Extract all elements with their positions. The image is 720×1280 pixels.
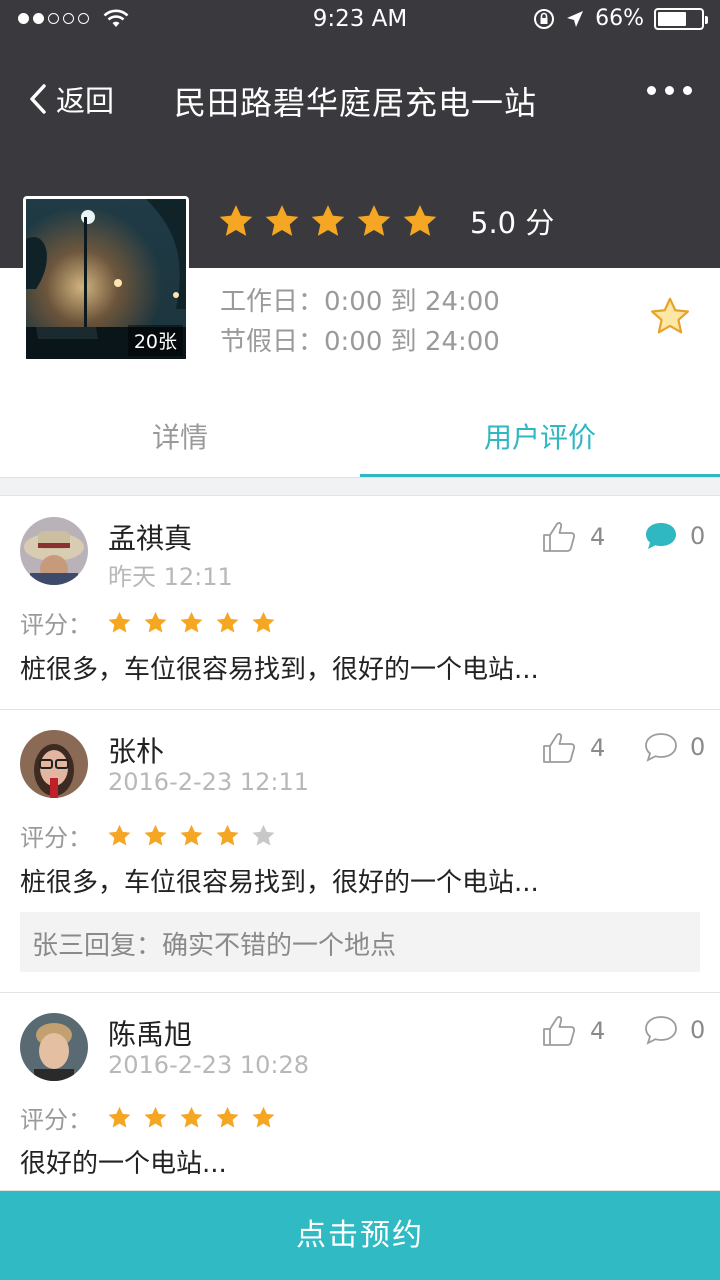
comment-button[interactable]: 0 — [644, 1015, 705, 1045]
star-filled-icon — [108, 824, 131, 846]
star-filled-icon — [357, 205, 391, 236]
star-filled-icon — [311, 205, 345, 236]
star-filled-icon — [252, 611, 275, 633]
score-label: 评分： — [20, 824, 92, 852]
star-empty-icon — [252, 824, 275, 846]
page-title: 民田路碧华庭居充电一站 — [174, 84, 538, 122]
reviewer-name: 陈禹旭 — [108, 1018, 193, 1051]
comment-button[interactable]: 0 — [644, 521, 705, 551]
like-count: 4 — [590, 734, 606, 762]
star-filled-icon — [216, 1106, 239, 1128]
star-filled-icon — [108, 611, 131, 633]
star-filled-icon — [219, 205, 253, 236]
favorite-button[interactable] — [648, 296, 692, 342]
star-filled-icon — [180, 1106, 203, 1128]
battery-percent: 66% — [595, 6, 644, 31]
review-item: 张朴 2016-2-23 12:11 4 0 评分： 桩很多，车位很容易找到，很… — [0, 710, 720, 993]
review-text: 桩很多，车位很容易找到，很好的一个电站... — [20, 655, 539, 685]
rating-stars — [216, 201, 440, 241]
review-score: 评分： — [20, 1100, 277, 1135]
star-filled-icon — [144, 1106, 167, 1128]
battery-icon — [654, 7, 708, 30]
review-time: 2016-2-23 10:28 — [108, 1051, 309, 1079]
star-filled-icon — [265, 205, 299, 236]
thumbs-up-icon — [543, 733, 576, 763]
score-label: 评分： — [20, 611, 92, 639]
review-stars — [106, 609, 277, 636]
avatar[interactable] — [20, 730, 88, 798]
star-filled-icon — [144, 611, 167, 633]
holiday-hours: 节假日：0:00 到 24:00 — [220, 327, 500, 357]
like-button[interactable]: 4 — [542, 1015, 605, 1047]
status-bar: 9:23 AM 66% — [0, 0, 720, 40]
review-item: 孟祺真 昨天 12:11 4 0 评分： 桩很多，车位很容易找到，很好的一个电站… — [0, 497, 720, 710]
review-stars — [106, 822, 277, 849]
review-stars — [106, 1104, 277, 1131]
star-filled-icon — [180, 824, 203, 846]
like-button[interactable]: 4 — [542, 521, 605, 553]
nav-bar: 返回 民田路碧华庭居充电一站 — [0, 60, 720, 136]
comment-bubble-icon — [645, 1016, 677, 1045]
more-options-button[interactable] — [647, 86, 692, 95]
reply-box: 张三回复：确实不错的一个地点 — [20, 912, 700, 972]
review-time: 2016-2-23 12:11 — [108, 768, 309, 796]
location-arrow-icon — [567, 10, 584, 27]
star-outline-icon — [651, 297, 689, 334]
star-filled-icon — [144, 824, 167, 846]
tab-reviews[interactable]: 用户评价 — [360, 416, 720, 456]
like-count: 4 — [590, 523, 606, 551]
star-filled-icon — [403, 205, 437, 236]
like-button[interactable]: 4 — [542, 732, 605, 764]
comment-count: 0 — [690, 522, 706, 550]
opening-hours: 工作日：0:00 到 24:00 节假日：0:00 到 24:00 — [220, 282, 500, 362]
station-photo[interactable]: 20张 — [23, 196, 189, 362]
star-filled-icon — [252, 1106, 275, 1128]
review-score: 评分： — [20, 818, 277, 853]
thumbs-up-icon — [543, 522, 576, 552]
book-button[interactable]: 点击预约 — [0, 1191, 720, 1280]
tab-bar: 详情 用户评价 — [0, 392, 720, 478]
comment-count: 0 — [690, 1016, 706, 1044]
star-filled-icon — [216, 611, 239, 633]
review-text: 桩很多，车位很容易找到，很好的一个电站... — [20, 868, 539, 898]
comment-count: 0 — [690, 733, 706, 761]
avatar[interactable] — [20, 517, 88, 585]
comment-bubble-icon — [646, 523, 676, 549]
reviewer-name: 张朴 — [108, 735, 165, 768]
chevron-left-icon — [30, 84, 46, 114]
station-rating: 5.0 分 — [216, 200, 554, 242]
section-divider — [0, 478, 720, 496]
avatar[interactable] — [20, 1013, 88, 1081]
reviewer-name: 孟祺真 — [108, 522, 193, 555]
back-button[interactable]: 返回 — [28, 78, 114, 120]
score-label: 评分： — [20, 1106, 92, 1134]
rotation-lock-icon — [534, 8, 555, 29]
thumbs-up-icon — [543, 1016, 576, 1046]
comment-button[interactable]: 0 — [644, 732, 705, 762]
like-count: 4 — [590, 1017, 606, 1045]
back-label: 返回 — [56, 84, 115, 118]
weekday-hours: 工作日：0:00 到 24:00 — [220, 287, 500, 317]
rating-score: 5.0 分 — [470, 206, 555, 240]
star-filled-icon — [180, 611, 203, 633]
review-score: 评分： — [20, 605, 277, 640]
review-text: 很好的一个电站... — [20, 1149, 227, 1179]
tab-detail[interactable]: 详情 — [0, 416, 360, 456]
star-filled-icon — [108, 1106, 131, 1128]
review-time: 昨天 12:11 — [108, 563, 233, 591]
comment-bubble-icon — [645, 733, 677, 762]
star-filled-icon — [216, 824, 239, 846]
active-tab-indicator — [360, 474, 720, 477]
review-item: 陈禹旭 2016-2-23 10:28 4 0 评分： 很好的一个电站... — [0, 993, 720, 1191]
photo-count: 20张 — [127, 325, 183, 356]
